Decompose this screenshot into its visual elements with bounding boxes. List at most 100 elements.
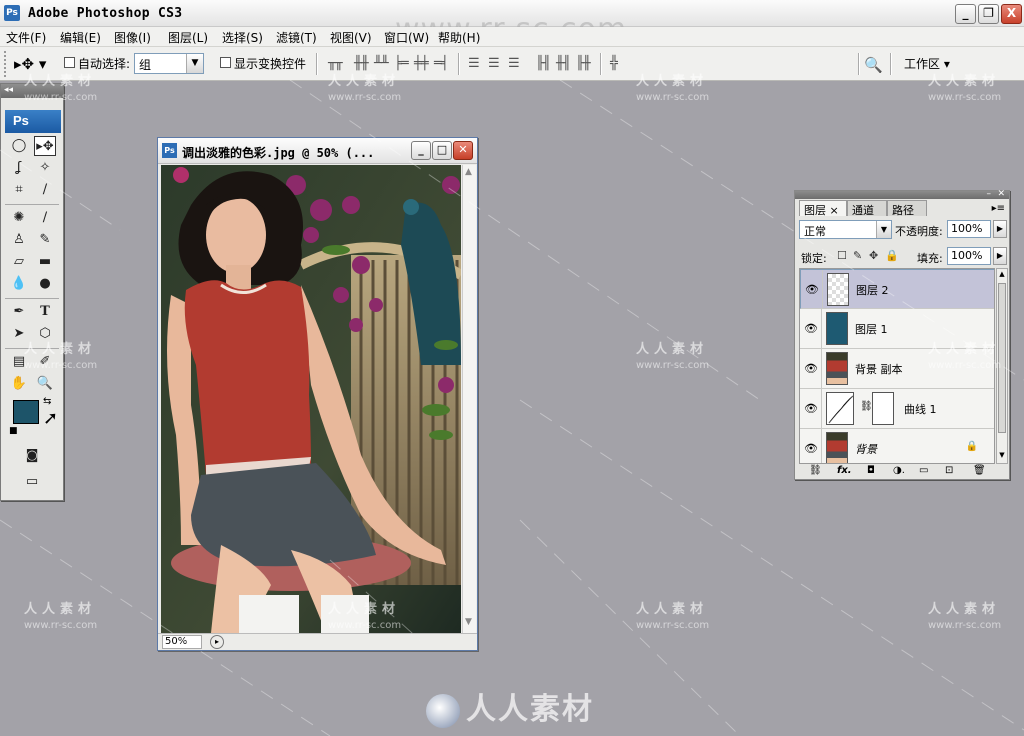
- menu-image[interactable]: 图像(I): [114, 29, 151, 46]
- dodge-tool-icon[interactable]: ●: [34, 274, 56, 294]
- lock-pixels-icon[interactable]: ✎: [853, 249, 862, 262]
- swap-colors-icon[interactable]: ⇆: [43, 396, 51, 407]
- layer-row[interactable]: 👁 图层 2: [800, 269, 994, 310]
- file-browser-icon[interactable]: 🔍: [864, 56, 883, 74]
- restore-button[interactable]: ❐: [978, 4, 999, 24]
- layers-scrollbar[interactable]: ▲ ▼: [996, 268, 1008, 464]
- toolbox-logo[interactable]: Ps: [5, 110, 61, 133]
- auto-select-checkbox[interactable]: [64, 57, 75, 68]
- chain-link-icon[interactable]: ⛓: [860, 401, 873, 412]
- gradient-tool-icon[interactable]: ▬: [34, 252, 56, 272]
- auto-select-dropdown[interactable]: 组 ▼: [134, 53, 204, 74]
- layer-row[interactable]: 👁 图层 1: [800, 309, 994, 349]
- doc-close-button[interactable]: ✕: [453, 141, 473, 160]
- toolbox-collapse-icon[interactable]: ◂◂: [1, 84, 63, 98]
- show-transform-checkbox[interactable]: [220, 57, 231, 68]
- default-colors-icon[interactable]: ■: [9, 426, 18, 436]
- blend-mode-dropdown[interactable]: 正常 ▼: [799, 220, 892, 239]
- document-title-bar[interactable]: Ps 调出淡雅的色彩.jpg @ 50% (... _ □ ✕: [158, 138, 477, 164]
- crop-tool-icon[interactable]: ⌗: [8, 180, 30, 200]
- foreground-color-swatch[interactable]: [13, 400, 39, 424]
- panel-menu-icon[interactable]: ▸≡: [992, 203, 1005, 214]
- align-left-icon[interactable]: ╞═: [394, 56, 409, 71]
- eye-icon[interactable]: 👁: [803, 322, 819, 335]
- path-selection-tool-icon[interactable]: ➤: [8, 324, 30, 344]
- align-hcenter-icon[interactable]: ╪╪: [414, 56, 429, 71]
- history-brush-tool-icon[interactable]: ✎: [34, 230, 56, 250]
- scroll-down-icon[interactable]: ▼: [465, 617, 472, 627]
- quick-mask-icon[interactable]: ◙: [21, 446, 43, 466]
- scroll-thumb[interactable]: [998, 283, 1006, 433]
- pen-tool-icon[interactable]: ✒: [8, 302, 30, 322]
- screen-mode-icon[interactable]: ▭: [21, 472, 43, 492]
- scroll-up-icon[interactable]: ▲: [465, 167, 472, 177]
- type-tool-icon[interactable]: T: [34, 302, 56, 322]
- layer-style-icon[interactable]: fx.: [837, 465, 852, 476]
- panel-minimize-icon[interactable]: –: [987, 189, 992, 199]
- distribute-top-icon[interactable]: ☰: [468, 56, 480, 71]
- align-right-icon[interactable]: ═╡: [434, 56, 449, 71]
- magic-wand-tool-icon[interactable]: ✧: [34, 158, 56, 178]
- zoom-tool-icon[interactable]: 🔍: [34, 374, 56, 394]
- workspace-menu[interactable]: 工作区 ▾: [904, 55, 950, 72]
- move-tool-preset-icon[interactable]: ▸✥ ▾: [14, 55, 46, 73]
- menu-select[interactable]: 选择(S): [222, 29, 263, 46]
- align-top-icon[interactable]: ╥╥: [328, 56, 343, 71]
- options-grip[interactable]: [4, 51, 8, 77]
- align-bottom-icon[interactable]: ╨╨: [374, 56, 389, 71]
- tab-layers[interactable]: 图层 ×: [799, 200, 847, 217]
- distribute-vcenter-icon[interactable]: ☰: [488, 56, 500, 71]
- minimize-button[interactable]: _: [955, 4, 976, 24]
- delete-layer-icon[interactable]: 🗑: [973, 465, 986, 476]
- scroll-down-icon[interactable]: ▼: [997, 451, 1007, 459]
- doc-minimize-button[interactable]: _: [411, 141, 431, 160]
- status-menu-icon[interactable]: ▸: [210, 635, 224, 649]
- slice-tool-icon[interactable]: ∕: [34, 180, 56, 200]
- canvas-photo[interactable]: [161, 165, 461, 633]
- layer-row[interactable]: 👁 ⛓ 曲线 1: [800, 389, 994, 429]
- new-layer-icon[interactable]: ⊡: [945, 465, 953, 476]
- add-mask-icon[interactable]: ◘: [867, 465, 875, 476]
- doc-maximize-button[interactable]: □: [432, 141, 452, 160]
- layer-mask-thumbnail[interactable]: [872, 392, 894, 425]
- scroll-up-icon[interactable]: ▲: [997, 270, 1007, 278]
- distribute-left-icon[interactable]: ╟╢: [536, 56, 551, 71]
- auto-align-icon[interactable]: ╬: [610, 56, 618, 71]
- eraser-tool-icon[interactable]: ▱: [8, 252, 30, 272]
- layer-row[interactable]: 👁 背景 🔒: [800, 429, 994, 463]
- panel-close-icon[interactable]: ✕: [997, 189, 1005, 199]
- menu-layer[interactable]: 图层(L): [168, 29, 208, 46]
- healing-brush-tool-icon[interactable]: ✺: [8, 208, 30, 228]
- blur-tool-icon[interactable]: 💧: [8, 274, 30, 294]
- align-vcenter-icon[interactable]: ╫╫: [354, 56, 369, 71]
- tab-channels[interactable]: 通道: [847, 200, 887, 217]
- opacity-slider-button[interactable]: ▶: [993, 220, 1007, 238]
- move-tool-icon[interactable]: ▸✥: [34, 136, 56, 156]
- eyedropper-tool-icon[interactable]: ✐: [34, 352, 56, 372]
- canvas-vertical-scrollbar[interactable]: ▲ ▼: [462, 165, 476, 633]
- brush-tool-icon[interactable]: ∕: [34, 208, 56, 228]
- opacity-input[interactable]: 100%: [947, 220, 991, 238]
- lock-all-icon[interactable]: 🔒: [885, 249, 899, 262]
- link-layers-icon[interactable]: ⛓: [809, 465, 822, 476]
- menu-edit[interactable]: 编辑(E): [60, 29, 101, 46]
- marquee-tool-icon[interactable]: ◯: [8, 136, 30, 156]
- lock-position-icon[interactable]: ✥: [869, 249, 878, 262]
- panel-header[interactable]: [795, 191, 1009, 199]
- zoom-field[interactable]: 50%: [162, 635, 202, 649]
- menu-filter[interactable]: 滤镜(T): [276, 29, 317, 46]
- distribute-bottom-icon[interactable]: ☰: [508, 56, 520, 71]
- shape-tool-icon[interactable]: ⬡: [34, 324, 56, 344]
- menu-view[interactable]: 视图(V): [330, 29, 372, 46]
- hand-tool-icon[interactable]: ✋: [8, 374, 30, 394]
- clone-stamp-tool-icon[interactable]: ♙: [8, 230, 30, 250]
- fill-slider-button[interactable]: ▶: [993, 247, 1007, 265]
- menu-help[interactable]: 帮助(H): [438, 29, 480, 46]
- notes-tool-icon[interactable]: ▤: [8, 352, 30, 372]
- tab-paths[interactable]: 路径: [887, 200, 927, 217]
- eye-icon[interactable]: 👁: [803, 402, 819, 415]
- menu-window[interactable]: 窗口(W): [384, 29, 429, 46]
- fill-input[interactable]: 100%: [947, 247, 991, 265]
- distribute-hcenter-icon[interactable]: ╫╢: [556, 56, 571, 71]
- eye-icon[interactable]: 👁: [804, 283, 820, 296]
